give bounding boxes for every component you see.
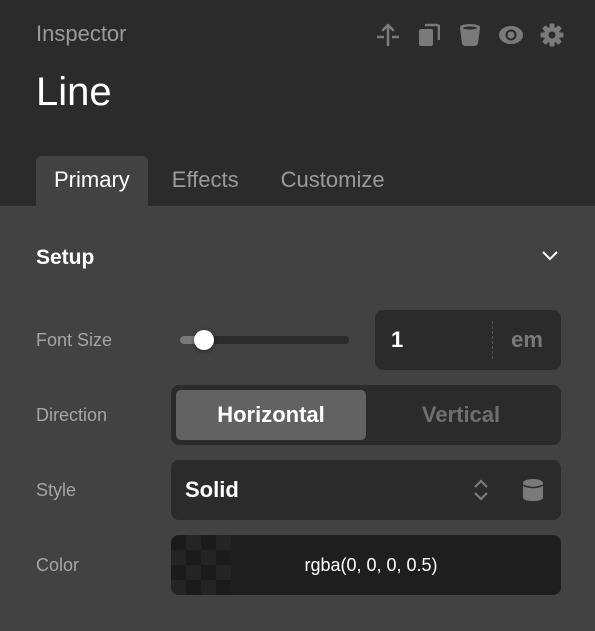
font-size-input-group: em <box>375 310 561 370</box>
tab-primary[interactable]: Primary <box>36 156 148 206</box>
select-arrows-icon <box>469 479 493 501</box>
color-swatch[interactable] <box>171 535 231 595</box>
chevron-down-icon[interactable] <box>540 249 560 267</box>
duplicate-icon[interactable] <box>415 21 442 48</box>
settings-icon[interactable] <box>538 21 565 48</box>
dynamic-data-icon[interactable] <box>521 478 545 502</box>
inspector-header: Inspector Line Primary Effects Customize <box>0 0 595 206</box>
font-size-label: Font Size <box>36 329 113 350</box>
section-title: Setup <box>36 246 95 269</box>
direction-label: Direction <box>36 404 108 425</box>
delete-icon[interactable] <box>456 21 483 48</box>
toolbar <box>374 21 565 48</box>
tab-customize[interactable]: Customize <box>263 156 403 206</box>
style-row: Style Solid <box>36 460 561 520</box>
inspector-tabs: Primary Effects Customize <box>36 156 409 206</box>
panel-label: Inspector <box>36 21 127 46</box>
setup-section-header[interactable]: Setup <box>36 230 560 286</box>
style-select[interactable]: Solid <box>171 460 561 520</box>
direction-option-horizontal[interactable]: Horizontal <box>176 390 366 440</box>
color-row: Color rgba(0, 0, 0, 0.5) <box>36 535 561 595</box>
direction-row: Direction Horizontal Vertical <box>36 385 561 445</box>
tab-effects[interactable]: Effects <box>154 156 257 206</box>
color-value: rgba(0, 0, 0, 0.5) <box>304 554 438 575</box>
font-size-input[interactable] <box>375 327 492 353</box>
color-picker-field[interactable]: rgba(0, 0, 0, 0.5) <box>171 535 561 595</box>
slider-thumb[interactable] <box>193 330 214 350</box>
direction-segmented-control: Horizontal Vertical <box>171 385 561 445</box>
font-size-slider[interactable] <box>180 330 349 350</box>
font-size-row: Font Size em <box>36 310 561 370</box>
direction-option-vertical[interactable]: Vertical <box>366 390 556 440</box>
element-title: Line <box>36 70 112 114</box>
insert-divider-icon[interactable] <box>374 21 401 48</box>
color-label: Color <box>36 554 80 575</box>
style-label: Style <box>36 479 77 500</box>
unit-selector[interactable]: em <box>493 327 561 353</box>
style-select-value: Solid <box>185 477 239 502</box>
visibility-icon[interactable] <box>497 21 524 48</box>
